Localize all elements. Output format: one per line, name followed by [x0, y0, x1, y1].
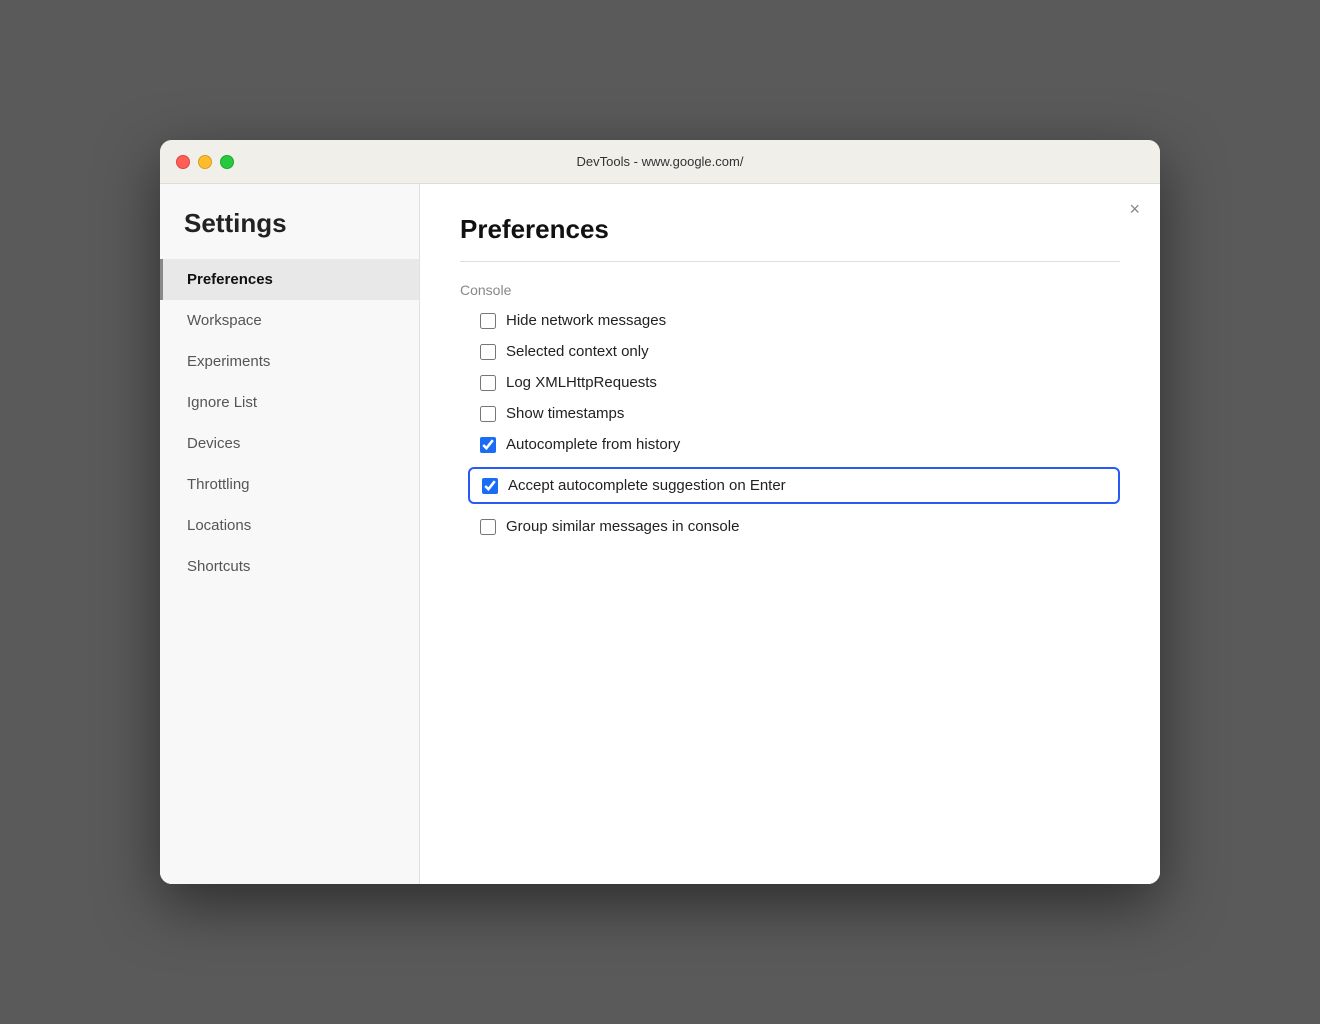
sidebar-item-locations[interactable]: Locations: [160, 505, 419, 546]
content-area: Settings Preferences Workspace Experimen…: [160, 184, 1160, 884]
checkbox-label-show-timestamps[interactable]: Show timestamps: [506, 405, 624, 422]
close-traffic-light[interactable]: [176, 155, 190, 169]
checkbox-row-show-timestamps: Show timestamps: [480, 405, 1120, 422]
checkbox-show-timestamps[interactable]: [480, 406, 496, 422]
sidebar-item-shortcuts[interactable]: Shortcuts: [160, 546, 419, 587]
sidebar-item-devices[interactable]: Devices: [160, 423, 419, 464]
checkbox-label-hide-network[interactable]: Hide network messages: [506, 312, 666, 329]
sidebar-item-experiments[interactable]: Experiments: [160, 341, 419, 382]
checkbox-row-hide-network: Hide network messages: [480, 312, 1120, 329]
checkbox-hide-network[interactable]: [480, 313, 496, 329]
main-panel: × Preferences Console Hide network messa…: [420, 184, 1160, 884]
sidebar: Settings Preferences Workspace Experimen…: [160, 184, 420, 884]
checkbox-row-group-similar: Group similar messages in console: [480, 518, 1120, 535]
checkbox-label-group-similar[interactable]: Group similar messages in console: [506, 518, 739, 535]
titlebar: DevTools - www.google.com/: [160, 140, 1160, 184]
checkbox-row-autocomplete-enter: Accept autocomplete suggestion on Enter: [468, 467, 1120, 504]
sidebar-item-ignore-list[interactable]: Ignore List: [160, 382, 419, 423]
sidebar-item-workspace[interactable]: Workspace: [160, 300, 419, 341]
devtools-window: DevTools - www.google.com/ Settings Pref…: [160, 140, 1160, 884]
checkbox-label-autocomplete-enter[interactable]: Accept autocomplete suggestion on Enter: [508, 477, 786, 494]
traffic-lights: [176, 155, 234, 169]
minimize-traffic-light[interactable]: [198, 155, 212, 169]
checkbox-label-log-xml[interactable]: Log XMLHttpRequests: [506, 374, 657, 391]
section-title: Console: [460, 282, 1120, 298]
close-button[interactable]: ×: [1129, 200, 1140, 218]
panel-title: Preferences: [460, 214, 1120, 245]
checkbox-row-selected-context: Selected context only: [480, 343, 1120, 360]
checkbox-log-xml[interactable]: [480, 375, 496, 391]
checkbox-autocomplete-enter[interactable]: [482, 478, 498, 494]
checkbox-autocomplete-history[interactable]: [480, 437, 496, 453]
window-title: DevTools - www.google.com/: [577, 154, 744, 169]
checkbox-row-log-xml: Log XMLHttpRequests: [480, 374, 1120, 391]
checkbox-group-similar[interactable]: [480, 519, 496, 535]
checkbox-label-selected-context[interactable]: Selected context only: [506, 343, 649, 360]
sidebar-item-preferences[interactable]: Preferences: [160, 259, 419, 300]
checkbox-row-autocomplete-history: Autocomplete from history: [480, 436, 1120, 453]
sidebar-item-throttling[interactable]: Throttling: [160, 464, 419, 505]
sidebar-heading: Settings: [160, 208, 419, 259]
title-divider: [460, 261, 1120, 262]
checkbox-label-autocomplete-history[interactable]: Autocomplete from history: [506, 436, 680, 453]
maximize-traffic-light[interactable]: [220, 155, 234, 169]
checkbox-selected-context[interactable]: [480, 344, 496, 360]
